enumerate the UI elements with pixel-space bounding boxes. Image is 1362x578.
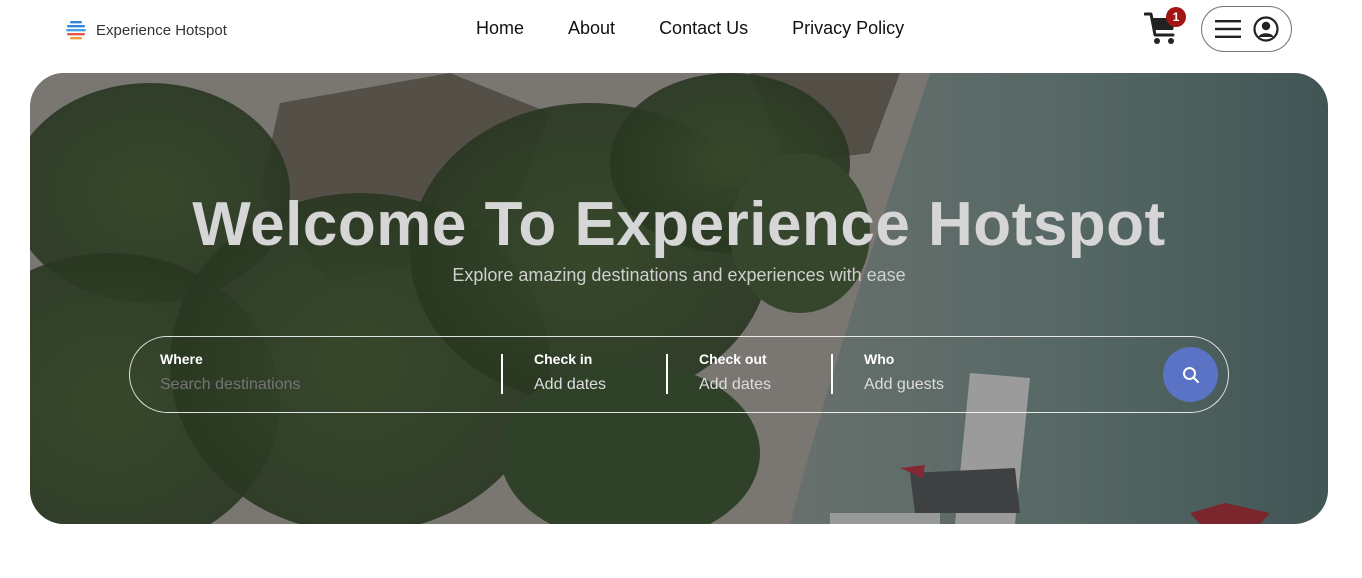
brand-name: Experience Hotspot xyxy=(96,21,227,39)
nav-link-privacy-policy[interactable]: Privacy Policy xyxy=(792,18,904,39)
user-menu-button[interactable] xyxy=(1201,6,1292,52)
destination-search-input[interactable] xyxy=(160,376,460,394)
hero-banner: Welcome To Experience Hotspot Explore am… xyxy=(30,73,1328,524)
search-bar: Where Check in Add dates Check out Add d… xyxy=(129,336,1229,413)
top-navbar: Experience Hotspot Home About Contact Us… xyxy=(0,0,1362,62)
who-label: Who xyxy=(864,351,895,367)
brand[interactable]: Experience Hotspot xyxy=(64,18,227,42)
hero-overlay xyxy=(30,73,1328,524)
globe-logo-icon xyxy=(64,18,88,42)
search-button[interactable] xyxy=(1163,347,1218,402)
check-in-label: Check in xyxy=(534,351,593,367)
check-out-label: Check out xyxy=(699,351,767,367)
check-out-value: Add dates xyxy=(699,376,772,393)
search-divider xyxy=(666,354,668,394)
where-field[interactable]: Where xyxy=(160,351,460,394)
hero-subtitle: Explore amazing destinations and experie… xyxy=(452,265,906,285)
main-nav: Home About Contact Us Privacy Policy xyxy=(476,18,904,39)
hamburger-menu-icon xyxy=(1214,20,1241,38)
nav-link-contact-us[interactable]: Contact Us xyxy=(659,18,748,39)
check-in-field[interactable]: Check in Add dates xyxy=(534,351,606,394)
hero-title: Welcome To Experience Hotspot xyxy=(192,190,1166,259)
cart-button[interactable]: 1 xyxy=(1144,7,1186,47)
where-label: Where xyxy=(160,351,203,367)
user-circle-icon xyxy=(1252,16,1279,42)
guests-value: Add guests xyxy=(864,376,945,393)
search-icon xyxy=(1182,366,1199,383)
nav-link-home[interactable]: Home xyxy=(476,18,524,39)
nav-link-about[interactable]: About xyxy=(568,18,615,39)
guests-field[interactable]: Who Add guests xyxy=(864,351,944,394)
cart-count-badge: 1 xyxy=(1166,7,1186,27)
search-divider xyxy=(831,354,833,394)
check-out-field[interactable]: Check out Add dates xyxy=(699,351,771,394)
search-divider xyxy=(501,354,503,394)
check-in-value: Add dates xyxy=(534,376,607,393)
